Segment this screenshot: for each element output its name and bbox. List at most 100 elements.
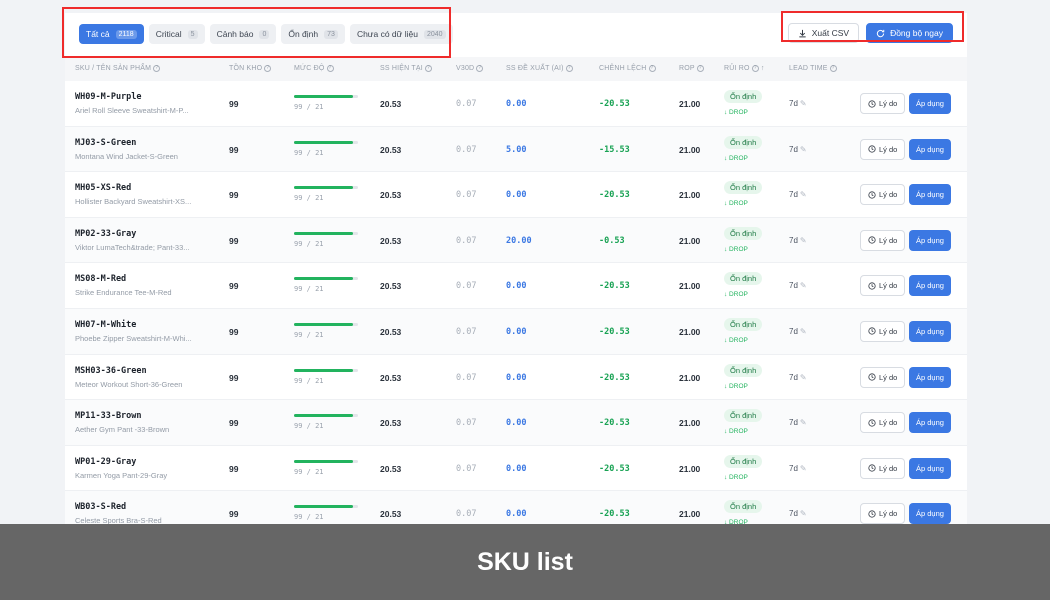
col-diff-label: CHÊNH LỆCH bbox=[599, 65, 647, 72]
lead-time-cell[interactable]: 7d ✎ bbox=[789, 327, 807, 336]
ss-ai-value: 5.00 bbox=[506, 144, 527, 155]
risk-badge: Ổn định bbox=[724, 409, 763, 423]
reason-button[interactable]: Lý do bbox=[860, 229, 906, 251]
ss-ai-value: 0.00 bbox=[506, 463, 527, 474]
rop-value: 21.00 bbox=[679, 99, 701, 109]
risk-badge: Ổn định bbox=[724, 135, 763, 149]
table-row: WH07-M-White Phoebe Zipper Sweatshirt-M-… bbox=[65, 308, 967, 355]
export-csv-button[interactable]: Xuất CSV bbox=[787, 23, 860, 43]
reason-button[interactable]: Lý do bbox=[860, 320, 906, 342]
sync-now-button[interactable]: Đồng bộ ngay bbox=[866, 23, 953, 43]
lead-time-cell[interactable]: 7d ✎ bbox=[789, 509, 807, 518]
apply-button[interactable]: Áp dụng bbox=[909, 138, 951, 160]
filter-tab[interactable]: Tất cả 2118 bbox=[79, 24, 144, 44]
reason-button[interactable]: Lý do bbox=[860, 366, 906, 388]
table-row: MP02-33-Gray Viktor LumaTech&trade; Pant… bbox=[65, 217, 967, 264]
apply-button[interactable]: Áp dụng bbox=[909, 412, 951, 434]
filter-tab[interactable]: Ổn định 73 bbox=[281, 24, 345, 44]
stock-value: 99 bbox=[229, 326, 239, 337]
reason-button[interactable]: Lý do bbox=[860, 457, 906, 479]
apply-button[interactable]: Áp dụng bbox=[909, 229, 951, 251]
help-icon: ? bbox=[476, 64, 484, 72]
apply-button[interactable]: Áp dụng bbox=[909, 184, 951, 206]
lead-time-cell[interactable]: 7d ✎ bbox=[789, 281, 807, 290]
rop-value: 21.00 bbox=[679, 372, 701, 383]
table-row: MSH03-36-Green Meteor Workout Short-36-G… bbox=[65, 355, 967, 401]
level-bar-fill bbox=[294, 459, 353, 463]
col-mucdo[interactable]: MỨC ĐỘ? bbox=[294, 57, 334, 81]
col-rui-ro-label: RỦI RO bbox=[724, 65, 750, 72]
reason-button[interactable]: Lý do bbox=[860, 412, 906, 434]
col-tonkho[interactable]: TỒN KHO? bbox=[229, 57, 272, 81]
col-diff[interactable]: CHÊNH LỆCH? bbox=[599, 57, 656, 81]
diff-value: -15.53 bbox=[599, 144, 630, 155]
col-rui-ro[interactable]: RỦI RO? ↑ bbox=[724, 57, 765, 81]
risk-badge: Ổn định bbox=[724, 90, 763, 103]
apply-button[interactable]: Áp dụng bbox=[909, 457, 951, 479]
reason-button[interactable]: Lý do bbox=[860, 275, 906, 297]
col-ss[interactable]: SS HIỆN TẠI? bbox=[380, 57, 432, 81]
rop-value: 21.00 bbox=[679, 418, 701, 429]
ss-ai-value: 20.00 bbox=[506, 235, 532, 246]
edit-icon: ✎ bbox=[799, 418, 807, 428]
reason-button[interactable]: Lý do bbox=[860, 184, 906, 206]
table-body: WH09-M-Purple Ariel Roll Sleeve Sweatshi… bbox=[65, 81, 967, 524]
risk-badge: Ổn định bbox=[724, 454, 763, 468]
apply-button[interactable]: Áp dụng bbox=[909, 320, 951, 342]
filter-tab-count: 5 bbox=[187, 29, 198, 39]
lead-time-cell[interactable]: 7d ✎ bbox=[789, 418, 807, 427]
ss-current: 20.53 bbox=[380, 190, 402, 201]
apply-label: Áp dụng bbox=[916, 418, 944, 428]
lead-time-cell[interactable]: 7d ✎ bbox=[789, 464, 807, 473]
filter-tab[interactable]: Cảnh báo 0 bbox=[209, 24, 277, 44]
col-v30d[interactable]: V30D? bbox=[456, 57, 484, 81]
lead-time-value: 7d bbox=[789, 281, 798, 291]
v30d-value: 0.07 bbox=[456, 463, 477, 474]
col-lead[interactable]: LEAD TIME? bbox=[789, 57, 837, 81]
risk-badge: Ổn định bbox=[724, 226, 763, 240]
level-label: 99 / 21 bbox=[294, 285, 324, 294]
apply-button[interactable]: Áp dụng bbox=[909, 366, 951, 388]
apply-label: Áp dụng bbox=[916, 144, 944, 154]
col-sku[interactable]: SKU / TÊN SẢN PHẨM? bbox=[75, 57, 161, 81]
apply-button[interactable]: Áp dụng bbox=[909, 503, 951, 524]
level-label: 99 / 21 bbox=[294, 422, 324, 431]
edit-icon: ✎ bbox=[799, 372, 807, 382]
diff-value: -20.53 bbox=[599, 509, 630, 520]
level-bar bbox=[294, 414, 358, 418]
product-name: Strike Endurance Tee-M-Red bbox=[75, 288, 172, 298]
reason-button[interactable]: Lý do bbox=[860, 503, 906, 524]
clock-icon bbox=[868, 464, 876, 472]
product-name: Ariel Roll Sleeve Sweatshirt-M-P... bbox=[75, 106, 189, 115]
clock-icon bbox=[868, 510, 876, 518]
drop-indicator: ↓ DROP bbox=[724, 428, 748, 436]
lead-time-cell[interactable]: 7d ✎ bbox=[789, 99, 807, 108]
reason-label: Lý do bbox=[879, 372, 898, 382]
level-bar bbox=[294, 277, 358, 281]
lead-time-cell[interactable]: 7d ✎ bbox=[789, 236, 807, 245]
lead-time-cell[interactable]: 7d ✎ bbox=[789, 190, 807, 199]
reason-button[interactable]: Lý do bbox=[860, 93, 906, 114]
col-ssai[interactable]: SS ĐỀ XUẤT (AI)? bbox=[506, 57, 573, 81]
col-rop[interactable]: ROP? bbox=[679, 57, 704, 81]
apply-button[interactable]: Áp dụng bbox=[909, 93, 951, 114]
level-bar bbox=[294, 368, 358, 372]
filter-tab[interactable]: Chưa có dữ liệu 2040 bbox=[349, 24, 453, 44]
drop-indicator: ↓ DROP bbox=[724, 336, 748, 344]
ss-ai-value: 0.00 bbox=[506, 190, 527, 201]
apply-label: Áp dụng bbox=[916, 326, 944, 336]
lead-time-cell[interactable]: 7d ✎ bbox=[789, 373, 807, 382]
risk-badge: Ổn định bbox=[724, 181, 763, 195]
help-icon: ? bbox=[153, 64, 161, 72]
filter-tabs: Tất cả 2118 Critical 5 Cảnh báo 0 Ổn định 73 Chư… bbox=[79, 24, 453, 44]
reason-button[interactable]: Lý do bbox=[860, 138, 906, 160]
apply-button[interactable]: Áp dụng bbox=[909, 275, 951, 297]
filter-tab[interactable]: Critical 5 bbox=[148, 24, 205, 44]
diff-value: -20.53 bbox=[599, 99, 630, 109]
lead-time-value: 7d bbox=[789, 509, 798, 519]
col-sku-label: SKU / TÊN SẢN PHẨM bbox=[75, 65, 152, 72]
col-rop-label: ROP bbox=[679, 65, 695, 72]
sku-code: MP11-33-Brown bbox=[75, 411, 142, 422]
lead-time-cell[interactable]: 7d ✎ bbox=[789, 145, 807, 154]
reason-label: Lý do bbox=[879, 463, 898, 473]
